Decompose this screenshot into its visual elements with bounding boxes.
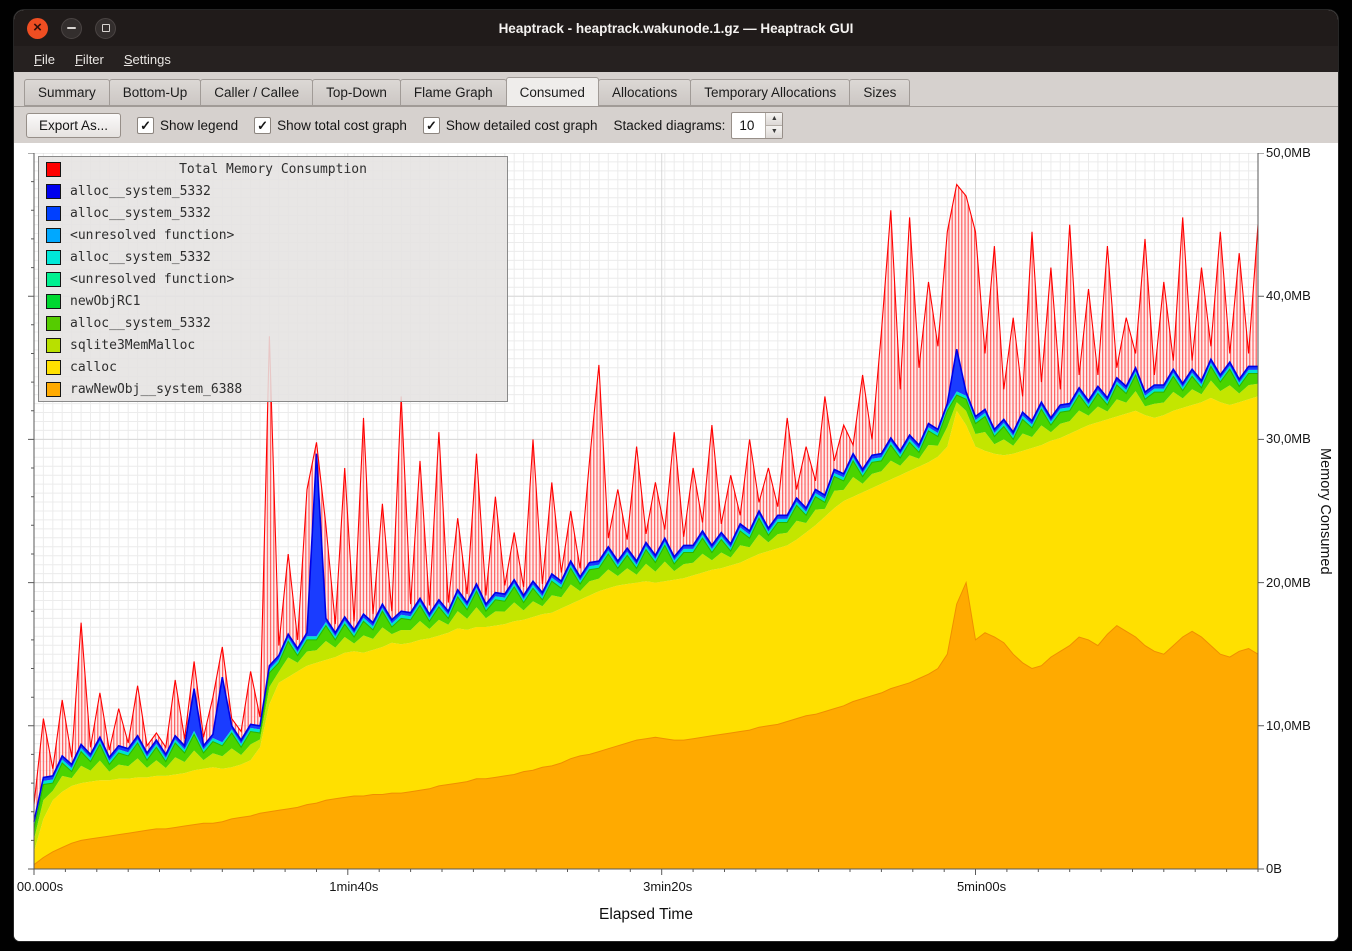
legend-swatch-icon [46,272,61,287]
legend-item: newObjRC1 [39,290,507,312]
maximize-icon [102,24,110,32]
window-title: Heaptrack - heaptrack.wakunode.1.gz — He… [499,21,854,36]
stacked-diagrams-spinbox[interactable]: 10 ▲ ▼ [731,112,783,139]
stacked-diagrams-value[interactable]: 10 [732,113,765,138]
tab-sizes[interactable]: Sizes [849,79,910,106]
tab-allocations[interactable]: Allocations [598,79,691,106]
menu-filter[interactable]: Filter [65,49,114,70]
x-axis-tick-label: 00.000s [14,879,85,894]
legend-swatch-icon [46,316,61,331]
legend-item: alloc__system_5332 [39,202,507,224]
tab-summary[interactable]: Summary [24,79,110,106]
legend-label: <unresolved function> [70,228,234,243]
maximize-button[interactable] [95,18,116,39]
stacked-diagrams-label: Stacked diagrams: [614,118,726,133]
legend-item: alloc__system_5332 [39,246,507,268]
legend-label: newObjRC1 [70,294,140,309]
y-axis-title-text: Memory Consumed [1317,448,1333,575]
chart-legend: Total Memory Consumption alloc__system_53… [38,156,508,402]
legend-title: Total Memory Consumption [39,162,507,177]
legend-item: rawNewObj__system_6388 [39,378,507,400]
checkbox-checked-icon: ✓ [423,117,440,134]
checkbox-checked-icon: ✓ [254,117,271,134]
x-axis-tick-label: 3min20s [623,879,713,894]
legend-item: alloc__system_5332 [39,312,507,334]
spinner-buttons: ▲ ▼ [765,113,782,138]
legend-label: alloc__system_5332 [70,250,211,265]
spinner-up-button[interactable]: ▲ [766,113,782,126]
legend-title-row: Total Memory Consumption [39,158,507,180]
legend-label: rawNewObj__system_6388 [70,382,242,397]
legend-swatch-icon [46,382,61,397]
export-as-button[interactable]: Export As... [26,113,121,138]
legend-item: sqlite3MemMalloc [39,334,507,356]
window-buttons: × [27,10,116,46]
legend-label: alloc__system_5332 [70,316,211,331]
legend-label: alloc__system_5332 [70,206,211,221]
legend-swatch-icon [46,360,61,375]
show-legend-checkbox[interactable]: ✓ Show legend [137,117,238,134]
menu-file[interactable]: File [24,49,65,70]
legend-swatch-icon [46,184,61,199]
legend-item: alloc__system_5332 [39,180,507,202]
minimize-icon [67,27,76,29]
tab-bar: Summary Bottom-Up Caller / Callee Top-Do… [14,72,1338,107]
titlebar: × Heaptrack - heaptrack.wakunode.1.gz — … [14,10,1338,46]
legend-swatch-icon [46,294,61,309]
legend-label: calloc [70,360,117,375]
checkbox-label: Show total cost graph [277,118,407,133]
tab-top-down[interactable]: Top-Down [312,79,401,106]
close-button[interactable]: × [27,18,48,39]
show-total-cost-graph-checkbox[interactable]: ✓ Show total cost graph [254,117,407,134]
legend-swatch-icon [46,228,61,243]
x-axis-tick-label: 1min40s [309,879,399,894]
x-axis-title: Elapsed Time [546,906,746,924]
menu-settings[interactable]: Settings [114,49,181,70]
y-axis-title: Memory Consumed [1310,153,1338,869]
close-icon: × [33,20,42,35]
toolbar: Export As... ✓ Show legend ✓ Show total … [14,107,1338,143]
y-axis-tick-label: 20,0MB [1266,575,1336,590]
legend-item: <unresolved function> [39,224,507,246]
y-axis-tick-label: 40,0MB [1266,288,1336,303]
menubar: File Filter Settings [14,46,1338,72]
legend-swatch-icon [46,206,61,221]
consumed-chart-area: Total Memory Consumption alloc__system_53… [14,143,1338,941]
legend-item: calloc [39,356,507,378]
y-axis-tick-label: 10,0MB [1266,718,1336,733]
y-axis-tick-label: 0B [1266,861,1336,876]
tab-flame-graph[interactable]: Flame Graph [400,79,507,106]
checkbox-label: Show detailed cost graph [446,118,598,133]
legend-swatch-icon [46,338,61,353]
minimize-button[interactable] [61,18,82,39]
spinner-down-button[interactable]: ▼ [766,126,782,138]
tab-consumed[interactable]: Consumed [506,77,599,107]
legend-label: <unresolved function> [70,272,234,287]
checkbox-checked-icon: ✓ [137,117,154,134]
legend-label: sqlite3MemMalloc [70,338,195,353]
tab-temporary-allocations[interactable]: Temporary Allocations [690,79,850,106]
checkbox-label: Show legend [160,118,238,133]
show-detailed-cost-graph-checkbox[interactable]: ✓ Show detailed cost graph [423,117,598,134]
x-axis-tick-label: 5min00s [937,879,1027,894]
heaptrack-window: × Heaptrack - heaptrack.wakunode.1.gz — … [14,10,1338,941]
legend-swatch-icon [46,250,61,265]
tab-caller-callee[interactable]: Caller / Callee [200,79,313,106]
y-axis-tick-label: 30,0MB [1266,431,1336,446]
y-axis-tick-label: 50,0MB [1266,145,1336,160]
legend-label: alloc__system_5332 [70,184,211,199]
legend-item: <unresolved function> [39,268,507,290]
tab-bottom-up[interactable]: Bottom-Up [109,79,202,106]
